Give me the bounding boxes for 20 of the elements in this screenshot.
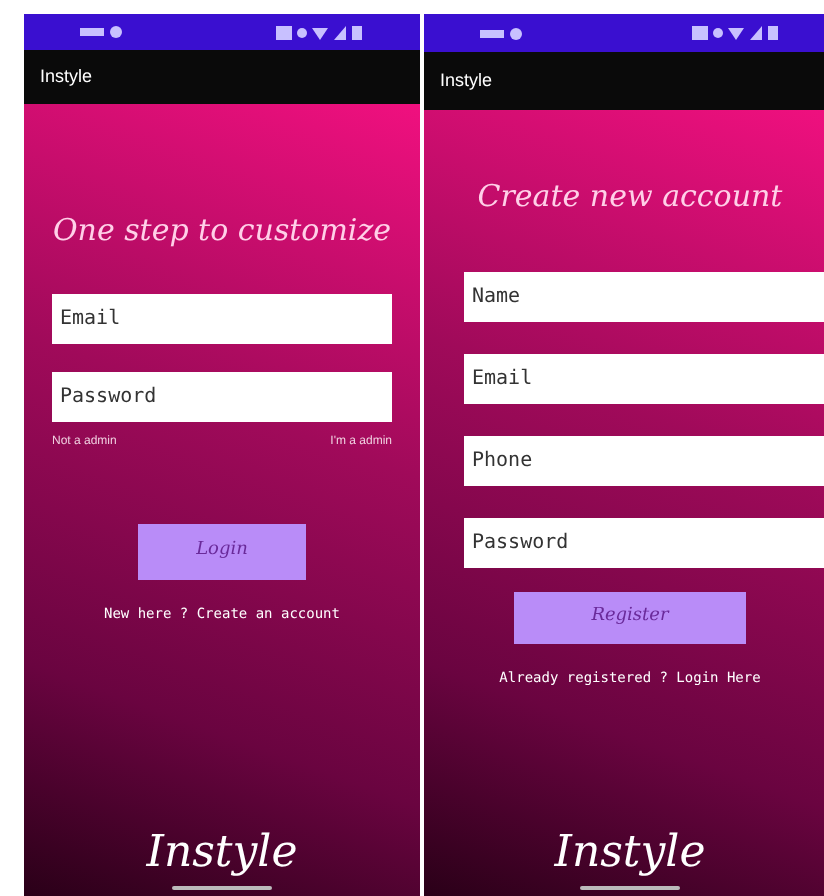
text-field[interactable]: Phone	[464, 435, 824, 485]
screen-heading: One step to customize	[52, 210, 392, 252]
home-indicator	[580, 886, 680, 890]
text-field[interactable]: Email	[464, 353, 824, 403]
home-indicator	[172, 886, 272, 890]
signal-battery-icons	[276, 25, 364, 39]
app-logo: Instyle	[146, 826, 298, 882]
status-icons	[480, 27, 524, 40]
app-logo: Instyle	[554, 826, 706, 882]
status-icons	[80, 26, 124, 38]
register-button[interactable]: Register	[514, 591, 746, 643]
text-field[interactable]: Password	[52, 371, 392, 421]
login-button[interactable]: Login	[138, 523, 306, 579]
text-field[interactable]: Email	[52, 293, 392, 343]
screen-heading: Create new account	[477, 176, 783, 218]
text-field[interactable]: Password	[464, 517, 824, 567]
text-field[interactable]: Name	[464, 271, 824, 321]
app-bar-title: Instyle	[440, 67, 493, 94]
signal-battery-icons	[692, 26, 780, 41]
app-bar-title: Instyle	[40, 63, 93, 90]
